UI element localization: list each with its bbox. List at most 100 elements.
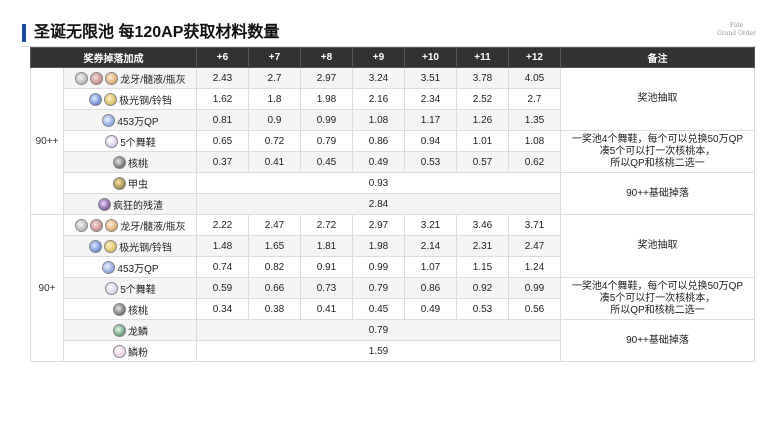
value-cell: 0.99 bbox=[300, 109, 353, 131]
value-cell: 2.72 bbox=[300, 214, 353, 236]
value-cell: 2.31 bbox=[456, 235, 509, 257]
item-cell: 453万QP bbox=[63, 256, 197, 278]
item-icons bbox=[112, 344, 128, 358]
fgo-logo: Fate Grand Order bbox=[717, 22, 756, 38]
item-cell: 极光钢/铃铛 bbox=[63, 88, 197, 110]
note-pool: 奖池抽取 bbox=[560, 214, 755, 278]
value-cell: 0.74 bbox=[196, 256, 249, 278]
header-note: 备注 bbox=[560, 47, 755, 68]
value-cell: 1.17 bbox=[404, 109, 457, 131]
item-name: 龙鳞 bbox=[128, 326, 148, 338]
fang-icon bbox=[74, 218, 88, 232]
note-exchange-line: 一奖池4个舞鞋，每个可以兑换50万QP bbox=[571, 280, 744, 292]
value-cell: 3.21 bbox=[404, 214, 457, 236]
item-icons bbox=[112, 155, 128, 169]
value-cell: 0.62 bbox=[508, 151, 561, 173]
base-drop-value: 2.84 bbox=[196, 193, 561, 215]
value-cell: 1.08 bbox=[508, 130, 561, 152]
table-row: 甲虫 0.93 90++基础掉落 bbox=[30, 172, 755, 215]
logo-line-1: Fate bbox=[729, 22, 744, 29]
table-row: 龙鳞 0.79 90++基础掉落 bbox=[30, 319, 755, 362]
base-drop-value: 1.59 bbox=[196, 340, 561, 362]
item-name: 453万QP bbox=[117, 263, 159, 275]
value-cell: 0.79 bbox=[300, 130, 353, 152]
item-name: 5个舞鞋 bbox=[120, 284, 156, 296]
table-row: 90+ 龙牙/髓液/瓶灰 2.22 2.47 2.72 2.97 3.21 3.46 3.71 奖… bbox=[30, 214, 755, 362]
value-cell: 2.97 bbox=[352, 214, 405, 236]
aurora-steel-icon bbox=[88, 239, 102, 253]
value-cell: 0.91 bbox=[300, 256, 353, 278]
title-bar: 圣诞无限池 每120AP获取材料数量 Fate Grand Order bbox=[22, 22, 756, 47]
value-cell: 0.34 bbox=[196, 298, 249, 320]
item-icons bbox=[112, 323, 128, 337]
value-cell: 1.62 bbox=[196, 88, 249, 110]
value-cell: 0.41 bbox=[300, 298, 353, 320]
page-title: 圣诞无限池 每120AP获取材料数量 bbox=[34, 24, 280, 41]
note-exchange-line: 一奖池4个舞鞋，每个可以兑换50万QP bbox=[571, 133, 744, 145]
walnut-icon bbox=[112, 155, 126, 169]
value-cell: 2.97 bbox=[300, 67, 353, 89]
note-pool: 奖池抽取 bbox=[560, 67, 755, 131]
value-cell: 0.9 bbox=[248, 109, 301, 131]
value-cell: 1.65 bbox=[248, 235, 301, 257]
flask-icon bbox=[104, 71, 118, 85]
item-icons bbox=[74, 218, 120, 232]
value-cell: 3.46 bbox=[456, 214, 509, 236]
item-name: 疯狂的残渣 bbox=[113, 200, 163, 212]
value-cell: 2.43 bbox=[196, 67, 249, 89]
note-exchange-line: 凑5个可以打一次核桃本， bbox=[599, 292, 716, 304]
item-cell: 453万QP bbox=[63, 109, 197, 131]
value-cell: 1.35 bbox=[508, 109, 561, 131]
note-exchange-line: 凑5个可以打一次核桃本， bbox=[599, 145, 716, 157]
value-cell: 1.07 bbox=[404, 256, 457, 278]
item-cell: 核桃 bbox=[63, 151, 197, 173]
value-cell: 3.24 bbox=[352, 67, 405, 89]
value-cell: 2.22 bbox=[196, 214, 249, 236]
table-row: 90++ 龙牙/髓液/瓶灰 2.43 2.7 2.97 3.24 3.51 3.78 4.05 奖… bbox=[30, 67, 755, 215]
note-exchange-line: 所以QP和核桃二选一 bbox=[610, 157, 705, 169]
item-icons bbox=[88, 239, 119, 253]
item-cell: 核桃 bbox=[63, 298, 197, 320]
value-cell: 0.41 bbox=[248, 151, 301, 173]
header-level: +6 bbox=[196, 47, 249, 68]
item-cell: 龙牙/髓液/瓶灰 bbox=[63, 214, 197, 236]
item-cell: 鳞粉 bbox=[63, 340, 197, 362]
value-cell: 0.82 bbox=[248, 256, 301, 278]
value-cell: 1.24 bbox=[508, 256, 561, 278]
value-cell: 0.92 bbox=[456, 277, 509, 299]
item-cell: 疯狂的残渣 bbox=[63, 193, 197, 215]
item-name: 龙牙/髓液/瓶灰 bbox=[120, 221, 186, 233]
header-level: +12 bbox=[508, 47, 561, 68]
note-exchange: 一奖池4个舞鞋，每个可以兑换50万QP 凑5个可以打一次核桃本， 所以QP和核桃二选… bbox=[560, 130, 755, 173]
value-cell: 0.49 bbox=[352, 151, 405, 173]
value-cell: 0.65 bbox=[196, 130, 249, 152]
flask-icon bbox=[104, 218, 118, 232]
value-cell: 1.26 bbox=[456, 109, 509, 131]
tier-label: 90++ bbox=[30, 67, 64, 215]
item-icons bbox=[112, 176, 128, 190]
value-cell: 0.57 bbox=[456, 151, 509, 173]
base-drop-value: 0.79 bbox=[196, 319, 561, 341]
bell-icon bbox=[103, 239, 117, 253]
item-name: 极光钢/铃铛 bbox=[119, 95, 172, 107]
value-cell: 2.14 bbox=[404, 235, 457, 257]
item-icons bbox=[88, 92, 119, 106]
item-cell: 龙鳞 bbox=[63, 319, 197, 341]
item-cell: 极光钢/铃铛 bbox=[63, 235, 197, 257]
madness-residue-icon bbox=[97, 197, 111, 211]
value-cell: 0.94 bbox=[404, 130, 457, 152]
dragon-scale-icon bbox=[112, 323, 126, 337]
aurora-steel-icon bbox=[88, 92, 102, 106]
value-cell: 1.08 bbox=[352, 109, 405, 131]
value-cell: 0.86 bbox=[352, 130, 405, 152]
value-cell: 2.16 bbox=[352, 88, 405, 110]
fang-icon bbox=[74, 71, 88, 85]
value-cell: 1.81 bbox=[300, 235, 353, 257]
dancing-shoe-icon bbox=[104, 134, 118, 148]
value-cell: 0.81 bbox=[196, 109, 249, 131]
value-cell: 0.45 bbox=[300, 151, 353, 173]
value-cell: 0.59 bbox=[196, 277, 249, 299]
bell-icon bbox=[103, 92, 117, 106]
logo-line-2: Grand Order bbox=[717, 30, 756, 37]
value-cell: 3.78 bbox=[456, 67, 509, 89]
